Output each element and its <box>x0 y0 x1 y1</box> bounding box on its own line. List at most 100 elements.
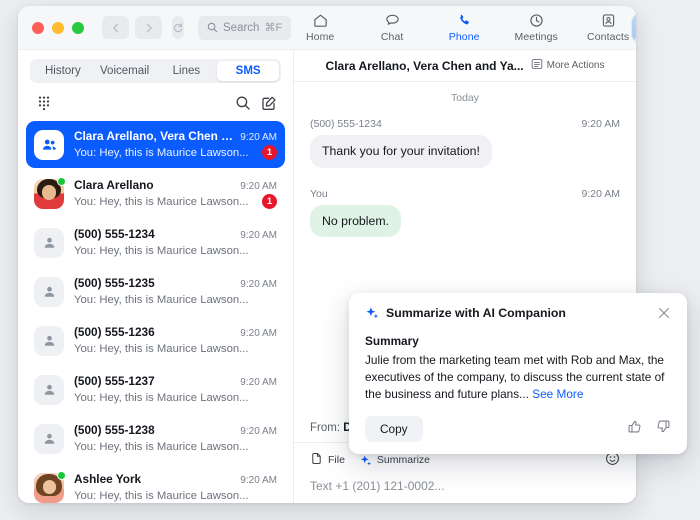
conversation-preview: You: Hey, this is Maurice Lawson... <box>74 196 256 208</box>
avatar <box>34 179 64 209</box>
conversation-name: Clara Arellano, Vera Chen and... <box>74 129 234 143</box>
feedback-controls <box>627 419 671 439</box>
conversation-header: Clara Arellano, Vera Chen and Ya... More… <box>294 50 636 82</box>
ai-popup-header: Summarize with AI Companion <box>365 306 671 320</box>
more-actions-button[interactable]: More Actions <box>531 57 605 75</box>
list-item[interactable]: (500) 555-1235 9:20 AM You: Hey, this is… <box>26 268 285 315</box>
avatar-image <box>631 13 636 43</box>
close-icon[interactable] <box>657 306 671 320</box>
nav-item-chat[interactable]: Chat <box>369 12 415 43</box>
minimize-window-button[interactable] <box>52 22 64 34</box>
clock-icon <box>528 12 545 29</box>
home-icon <box>312 12 329 29</box>
person-icon <box>34 228 64 258</box>
see-more-link[interactable]: See More <box>532 387 583 401</box>
avatar[interactable] <box>631 13 636 43</box>
tab-lines[interactable]: Lines <box>156 61 218 81</box>
conversation-name: (500) 555-1238 <box>74 423 234 437</box>
attach-file-label: File <box>328 454 345 466</box>
list-item-text: (500) 555-1234 9:20 AM You: Hey, this is… <box>74 227 277 258</box>
ai-companion-popup: Summarize with AI Companion Summary Juli… <box>349 293 687 454</box>
person-icon <box>34 326 64 356</box>
conversation-preview: You: Hey, this is Maurice Lawson... <box>74 441 256 453</box>
conversation-preview: You: Hey, this is Maurice Lawson... <box>74 147 256 159</box>
forward-button[interactable] <box>135 16 162 39</box>
chat-bubble-icon <box>384 12 401 29</box>
nav-item-home[interactable]: Home <box>297 12 343 43</box>
ai-popup-title: Summarize with AI Companion <box>386 306 650 320</box>
nav-label-chat: Chat <box>381 31 404 43</box>
list-icon <box>531 57 543 75</box>
screen: Search ⌘F Home Chat <box>0 0 700 520</box>
person-icon <box>34 424 64 454</box>
sidebar: History Voicemail Lines SMS <box>18 50 294 503</box>
search-icon[interactable] <box>235 95 251 111</box>
list-item[interactable]: (500) 555-1236 9:20 AM You: Hey, this is… <box>26 317 285 364</box>
nav-item-meetings[interactable]: Meetings <box>513 12 559 43</box>
list-item[interactable]: Ashlee York 9:20 AM You: Hey, this is Ma… <box>26 464 285 503</box>
avatar <box>34 228 64 258</box>
conversation-preview: You: Hey, this is Maurice Lawson... <box>74 294 256 306</box>
avatar <box>34 375 64 405</box>
list-item[interactable]: Clara Arellano 9:20 AM You: Hey, this is… <box>26 170 285 217</box>
summarize-button[interactable]: Summarize <box>359 454 430 467</box>
avatar <box>34 326 64 356</box>
unread-badge: 1 <box>262 194 277 209</box>
person-icon <box>34 277 64 307</box>
attach-file-button[interactable]: File <box>310 452 345 468</box>
close-window-button[interactable] <box>32 22 44 34</box>
tab-history[interactable]: History <box>32 61 94 81</box>
back-button[interactable] <box>102 16 129 39</box>
conversation-name: (500) 555-1234 <box>74 227 234 241</box>
nav-label-contacts: Contacts <box>587 31 629 43</box>
conversation-name: (500) 555-1236 <box>74 325 234 339</box>
tab-sms[interactable]: SMS <box>217 61 279 81</box>
maximize-window-button[interactable] <box>72 22 84 34</box>
message-input[interactable]: Text +1 (201) 121-0002... <box>310 479 620 493</box>
ai-summary-text: Julie from the marketing team met with R… <box>365 352 671 402</box>
nav-buttons <box>102 16 162 39</box>
search-placeholder: Search <box>223 22 259 34</box>
tab-voicemail[interactable]: Voicemail <box>94 61 156 81</box>
page-title: Clara Arellano, Vera Chen and Ya... <box>326 59 524 73</box>
thumbs-down-icon[interactable] <box>656 419 671 439</box>
copy-button[interactable]: Copy <box>365 416 423 442</box>
nav-item-phone[interactable]: Phone <box>441 12 487 43</box>
thumbs-up-icon[interactable] <box>627 419 642 439</box>
avatar <box>34 424 64 454</box>
nav-label-meetings: Meetings <box>514 31 557 43</box>
message-time: 9:20 AM <box>581 118 620 130</box>
conversation-time: 9:20 AM <box>240 230 277 241</box>
nav-item-contacts[interactable]: Contacts <box>585 12 631 43</box>
conversation-name: Clara Arellano <box>74 178 234 192</box>
day-separator: Today <box>310 92 620 104</box>
list-item[interactable]: Clara Arellano, Vera Chen and... 9:20 AM… <box>26 121 285 168</box>
sparkle-icon <box>359 454 372 467</box>
sidebar-tabs-wrapper: History Voicemail Lines SMS <box>18 50 293 89</box>
conversation-preview: You: Hey, this is Maurice Lawson... <box>74 392 256 404</box>
refresh-button[interactable] <box>172 16 184 39</box>
ai-summary-label: Summary <box>365 334 671 348</box>
unread-badge: 1 <box>262 145 277 160</box>
avatar <box>34 473 64 503</box>
list-item-text: Ashlee York 9:20 AM You: Hey, this is Ma… <box>74 472 277 503</box>
conversation-preview: You: Hey, this is Maurice Lawson... <box>74 343 256 355</box>
contacts-icon <box>600 12 617 29</box>
group-icon <box>34 130 64 160</box>
avatar <box>34 277 64 307</box>
conversation-name: (500) 555-1235 <box>74 276 234 290</box>
list-item[interactable]: (500) 555-1238 9:20 AM You: Hey, this is… <box>26 415 285 462</box>
presence-indicator <box>57 177 66 186</box>
search-input[interactable]: Search ⌘F <box>198 16 291 40</box>
dialpad-icon[interactable] <box>36 95 52 111</box>
compose-icon[interactable] <box>261 95 277 111</box>
message-outgoing: You 9:20 AM No problem. <box>310 188 620 238</box>
list-item[interactable]: (500) 555-1234 9:20 AM You: Hey, this is… <box>26 219 285 266</box>
list-item-text: (500) 555-1235 9:20 AM You: Hey, this is… <box>74 276 277 307</box>
top-navigation: Home Chat Phone <box>297 6 631 50</box>
ai-popup-footer: Copy <box>365 416 671 442</box>
list-item[interactable]: (500) 555-1237 9:20 AM You: Hey, this is… <box>26 366 285 413</box>
file-icon <box>310 452 323 468</box>
conversation-list[interactable]: Clara Arellano, Vera Chen and... 9:20 AM… <box>18 119 293 503</box>
conversation-name: (500) 555-1237 <box>74 374 234 388</box>
